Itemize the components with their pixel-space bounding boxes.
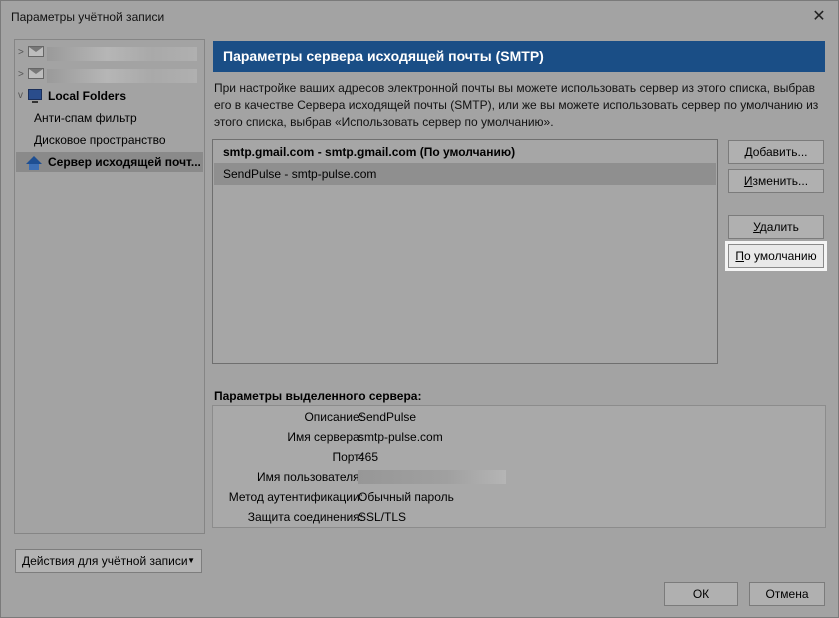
tree-item-label: Дисковое пространство xyxy=(34,133,166,147)
panel-title: Параметры сервера исходящей почты (SMTP) xyxy=(213,41,825,72)
detail-row-auth-method: Метод аутентификации: Обычный пароль xyxy=(213,487,825,507)
title-bar: Параметры учётной записи ✕ xyxy=(1,1,838,33)
computer-icon xyxy=(28,89,44,103)
detail-row-port: Порт: 465 xyxy=(213,447,825,467)
detail-value: SSL/TLS xyxy=(358,510,407,524)
window-title: Параметры учётной записи xyxy=(11,10,165,24)
redacted-account-name xyxy=(47,69,197,83)
envelope-icon xyxy=(28,68,44,82)
ok-button[interactable]: ОК xyxy=(664,582,738,606)
close-icon[interactable]: ✕ xyxy=(806,5,832,29)
tree-item-disk-space[interactable]: Дисковое пространство xyxy=(16,130,203,150)
panel-description: При настройке ваших адресов электронной … xyxy=(214,81,819,129)
tree-item-label: Local Folders xyxy=(48,89,127,103)
detail-key: Защита соединения: xyxy=(247,510,363,524)
detail-row-connection-security: Защита соединения: SSL/TLS xyxy=(213,507,825,527)
set-default-button[interactable]: По умолчанию xyxy=(728,244,824,268)
delete-button[interactable]: Удалить xyxy=(728,215,824,239)
server-details-panel: Описание: SendPulse Имя сервера: smtp-pu… xyxy=(212,405,826,528)
detail-value: smtp-pulse.com xyxy=(358,430,443,444)
edit-button[interactable]: Изменить... xyxy=(728,169,824,193)
add-button[interactable]: Добавить... xyxy=(728,140,824,164)
expand-arrow-icon[interactable]: > xyxy=(18,65,28,85)
envelope-icon xyxy=(28,46,44,60)
account-tree: > > v Local Folders Анти-спам фильтр Дис… xyxy=(14,39,205,534)
tree-item-account-2[interactable]: > xyxy=(16,65,203,85)
detail-row-username: Имя пользователя: xyxy=(213,467,825,487)
server-row-selected[interactable]: SendPulse - smtp-pulse.com xyxy=(214,163,716,185)
account-actions-button[interactable]: Действия для учётной записи ▼ xyxy=(15,549,202,573)
account-settings-window: Параметры учётной записи ✕ > > v Local F… xyxy=(0,0,839,618)
tree-item-label: Анти-спам фильтр xyxy=(34,111,137,125)
account-actions-label: Действия для учётной записи xyxy=(22,554,188,568)
tree-item-account-1[interactable]: > xyxy=(16,43,203,63)
server-row-default[interactable]: smtp.gmail.com - smtp.gmail.com (По умол… xyxy=(214,141,716,163)
expand-arrow-icon[interactable]: > xyxy=(18,43,28,63)
tree-item-junk-filter[interactable]: Анти-спам фильтр xyxy=(16,108,203,128)
detail-value: 465 xyxy=(358,450,379,464)
details-title: Параметры выделенного сервера: xyxy=(214,389,422,403)
tree-item-label: Сервер исходящей почт... xyxy=(48,155,201,169)
detail-value: Обычный пароль xyxy=(358,490,454,504)
redacted-username xyxy=(358,470,506,484)
detail-key: Имя сервера: xyxy=(287,430,363,444)
collapse-arrow-icon[interactable]: v xyxy=(18,86,28,106)
detail-key: Метод аутентификации: xyxy=(228,490,363,504)
detail-row-server-name: Имя сервера: smtp-pulse.com xyxy=(213,427,825,447)
detail-value: SendPulse xyxy=(358,410,417,424)
detail-row-description: Описание: SendPulse xyxy=(213,407,825,427)
tree-item-outgoing-server[interactable]: Сервер исходящей почт... xyxy=(16,152,203,172)
detail-key: Имя пользователя: xyxy=(256,470,363,484)
smtp-server-list[interactable]: smtp.gmail.com - smtp.gmail.com (По умол… xyxy=(212,139,718,364)
detail-key: Описание: xyxy=(304,410,363,424)
redacted-account-name xyxy=(47,47,197,61)
outgoing-server-icon xyxy=(26,156,42,170)
dropdown-caret-icon: ▼ xyxy=(187,556,195,565)
tree-item-local-folders[interactable]: v Local Folders xyxy=(16,86,203,106)
cancel-button[interactable]: Отмена xyxy=(749,582,825,606)
